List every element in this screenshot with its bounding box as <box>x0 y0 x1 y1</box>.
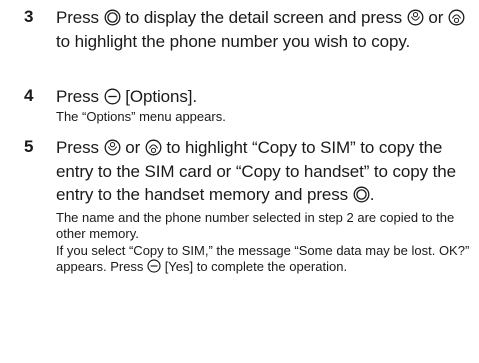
left-soft-key-icon <box>104 88 121 105</box>
step-note: The name and the phone number selected i… <box>56 209 455 242</box>
center-key-icon <box>104 9 121 26</box>
center-key-icon <box>353 186 370 203</box>
down-key-icon <box>145 139 162 156</box>
step-text: Press to display the detail screen and p… <box>56 6 471 53</box>
step-note: If you select “Copy to SIM,” the message… <box>56 242 470 275</box>
step-instruction: Press [Options]. The “Options” menu appe… <box>56 85 471 125</box>
step-instruction: Press to display the detail screen and p… <box>56 6 471 53</box>
step-instruction: Press or to highlight “Copy to SIM” to c… <box>56 136 471 276</box>
step-number: 4 <box>24 86 34 105</box>
step-text: Press [Options]. <box>56 87 197 106</box>
manual-page: 3 Press to display the detail screen and… <box>0 0 479 363</box>
step-note: The “Options” menu appears. <box>56 108 226 124</box>
step-number: 3 <box>24 7 34 26</box>
left-soft-key-icon <box>147 259 161 273</box>
step-text: Press or to highlight “Copy to SIM” to c… <box>56 138 456 204</box>
up-key-icon <box>407 9 424 26</box>
down-key-icon <box>448 9 465 26</box>
step-number: 5 <box>24 137 34 156</box>
up-key-icon <box>104 139 121 156</box>
